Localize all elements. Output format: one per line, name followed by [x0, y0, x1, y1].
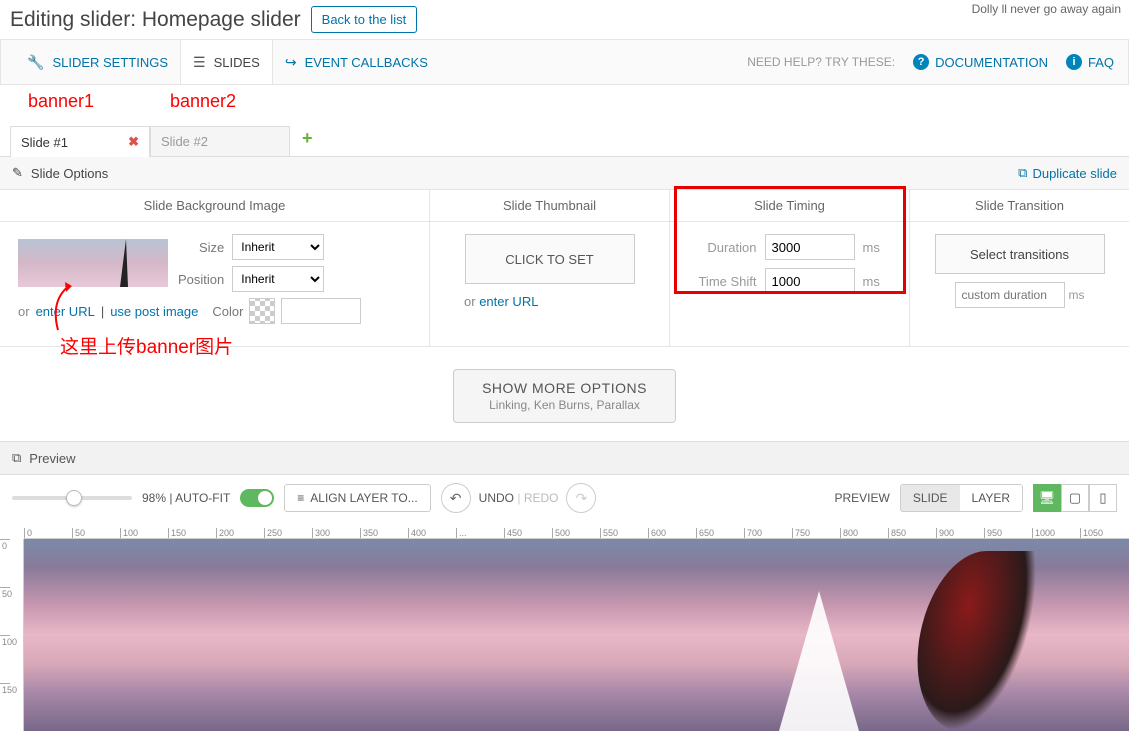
- size-select[interactable]: Inherit: [232, 234, 324, 260]
- film-icon: ⧉: [12, 450, 21, 466]
- color-input[interactable]: [281, 298, 361, 324]
- tab-slider-settings[interactable]: 🔧 SLIDER SETTINGS: [15, 40, 180, 84]
- or-text: or: [18, 304, 30, 319]
- back-to-list-button[interactable]: Back to the list: [311, 6, 418, 33]
- show-more-options-button[interactable]: SHOW MORE OPTIONS Linking, Ken Burns, Pa…: [453, 369, 676, 423]
- bg-image-thumb[interactable]: [18, 239, 168, 287]
- undo-icon: ↶: [450, 490, 462, 507]
- click-to-set-button[interactable]: CLICK TO SET: [465, 234, 635, 284]
- copy-icon: ⧉: [1018, 165, 1027, 181]
- undo-label: UNDO: [479, 491, 514, 505]
- preview-label: Preview: [29, 451, 75, 466]
- help-text: DOCUMENTATION: [935, 55, 1048, 70]
- zoom-slider[interactable]: [12, 496, 132, 500]
- preview-text: PREVIEW: [835, 491, 890, 505]
- info-icon: i: [1066, 54, 1082, 70]
- duration-label: Duration: [693, 240, 757, 255]
- slide-options-label: Slide Options: [31, 166, 108, 181]
- align-label: ALIGN LAYER TO...: [310, 491, 417, 505]
- duration-input[interactable]: [765, 234, 855, 260]
- transition-header: Slide Transition: [910, 190, 1129, 222]
- enter-url-link[interactable]: enter URL: [36, 304, 95, 319]
- slide-tab-label: Slide #1: [21, 135, 68, 150]
- size-label: Size: [199, 240, 224, 255]
- annotation-banner2: banner2: [170, 91, 236, 112]
- custom-duration-input[interactable]: [955, 282, 1065, 308]
- plus-icon: +: [302, 128, 313, 149]
- align-icon: ≡: [297, 491, 304, 505]
- color-label: Color: [212, 304, 243, 319]
- align-layer-button[interactable]: ≡ ALIGN LAYER TO...: [284, 484, 430, 512]
- or-text: or: [464, 294, 476, 309]
- help-label: NEED HELP? TRY THESE:: [747, 55, 895, 69]
- slide-tab-1[interactable]: Slide #1 ✖: [10, 126, 150, 157]
- thumb-header: Slide Thumbnail: [430, 190, 669, 222]
- autofit-toggle[interactable]: [240, 489, 274, 507]
- tab-label: SLIDES: [214, 55, 260, 70]
- timeshift-label: Time Shift: [693, 274, 757, 289]
- close-icon[interactable]: ✖: [128, 134, 139, 150]
- tab-slides[interactable]: ☰ SLIDES: [180, 40, 273, 84]
- annotation-banner1: banner1: [28, 91, 94, 112]
- tab-label: EVENT CALLBACKS: [305, 55, 428, 70]
- canvas-image-sail: [779, 591, 859, 731]
- ms-unit: ms: [863, 240, 887, 255]
- device-tablet-button[interactable]: ▢: [1061, 484, 1089, 512]
- select-transitions-button[interactable]: Select transitions: [935, 234, 1105, 274]
- ms-unit: ms: [863, 274, 887, 289]
- wrench-icon: 🔧: [27, 54, 44, 71]
- device-desktop-button[interactable]: 🖥: [1033, 484, 1061, 512]
- slide-tab-label: Slide #2: [161, 134, 208, 149]
- use-post-image-link[interactable]: use post image: [110, 304, 198, 319]
- preview-layer-button[interactable]: LAYER: [960, 485, 1022, 511]
- faq-link[interactable]: i FAQ: [1066, 54, 1114, 70]
- question-icon: ?: [913, 54, 929, 70]
- help-text: FAQ: [1088, 55, 1114, 70]
- ruler-vertical: 050100150: [0, 539, 24, 731]
- autofit-label: AUTO-FIT: [175, 491, 230, 505]
- timeshift-input[interactable]: [765, 268, 855, 294]
- ms-unit: ms: [1069, 288, 1085, 302]
- canvas-image-spinnaker: [906, 551, 1041, 731]
- page-title: Editing slider: Homepage slider: [10, 8, 301, 32]
- layers-icon: ☰: [193, 54, 206, 71]
- preview-canvas[interactable]: [24, 539, 1129, 731]
- redo-icon: ↷: [576, 490, 588, 507]
- position-select[interactable]: Inherit: [232, 266, 324, 292]
- tablet-icon: ▢: [1069, 490, 1081, 506]
- ruler-horizontal: 050100150200250300350400...4505005506006…: [24, 521, 1129, 539]
- show-more-title: SHOW MORE OPTIONS: [482, 380, 647, 396]
- desktop-icon: 🖥: [1039, 490, 1056, 506]
- redo-icon: ↪: [285, 54, 297, 71]
- color-swatch[interactable]: [249, 298, 275, 324]
- show-more-subtitle: Linking, Ken Burns, Parallax: [482, 398, 647, 412]
- preview-slide-button[interactable]: SLIDE: [901, 485, 960, 511]
- separator: |: [101, 304, 104, 319]
- device-mobile-button[interactable]: ▯: [1089, 484, 1117, 512]
- dolly-text: Dolly ll never go away again: [972, 2, 1121, 16]
- zoom-slider-thumb[interactable]: [66, 490, 82, 506]
- tab-label: SLIDER SETTINGS: [52, 55, 168, 70]
- zoom-value: 98%: [142, 491, 166, 505]
- duplicate-slide-link[interactable]: ⧉ Duplicate slide: [1018, 165, 1117, 181]
- mobile-icon: ▯: [1099, 490, 1106, 506]
- undo-button[interactable]: ↶: [441, 483, 471, 513]
- thumb-enter-url-link[interactable]: enter URL: [479, 294, 538, 309]
- bg-header: Slide Background Image: [0, 190, 429, 222]
- add-slide-button[interactable]: +: [290, 121, 325, 156]
- redo-button[interactable]: ↷: [566, 483, 596, 513]
- redo-label: REDO: [524, 491, 559, 505]
- duplicate-label: Duplicate slide: [1032, 166, 1117, 181]
- timing-header: Slide Timing: [670, 190, 909, 222]
- position-label: Position: [178, 272, 224, 287]
- documentation-link[interactable]: ? DOCUMENTATION: [913, 54, 1048, 70]
- tab-event-callbacks[interactable]: ↪ EVENT CALLBACKS: [273, 40, 440, 84]
- slide-tab-2[interactable]: Slide #2: [150, 126, 290, 156]
- edit-icon: ✎: [12, 165, 23, 181]
- annotation-upload-text: 这里上传banner图片: [60, 332, 233, 359]
